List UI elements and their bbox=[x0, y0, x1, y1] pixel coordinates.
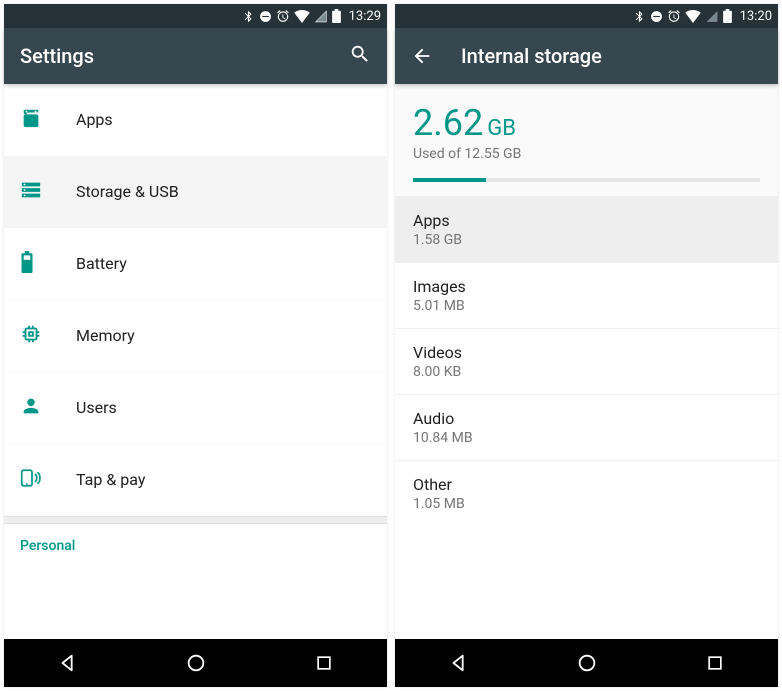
settings-item-label: Users bbox=[76, 398, 117, 417]
settings-item-storage[interactable]: Storage & USB bbox=[4, 156, 387, 228]
storage-summary: 2.62GB Used of 12.55 GB bbox=[395, 84, 778, 196]
battery-icon bbox=[20, 251, 34, 277]
storage-used-value: 2.62 bbox=[413, 102, 483, 144]
status-time: 13:29 bbox=[349, 9, 381, 24]
nav-recent-icon[interactable] bbox=[705, 653, 725, 673]
page-title: Settings bbox=[20, 44, 94, 68]
nav-back-icon[interactable] bbox=[448, 652, 470, 674]
dnd-icon bbox=[259, 10, 272, 23]
storage-row-images[interactable]: Images 5.01 MB bbox=[395, 262, 778, 328]
status-bar: 13:20 bbox=[395, 4, 778, 28]
storage-used: 2.62GB bbox=[413, 102, 760, 144]
navigation-bar bbox=[4, 639, 387, 687]
nav-back-icon[interactable] bbox=[57, 652, 79, 674]
alarm-icon bbox=[667, 9, 681, 23]
memory-icon bbox=[20, 323, 42, 349]
status-time: 13:20 bbox=[740, 9, 772, 24]
storage-row-sub: 1.05 MB bbox=[413, 496, 760, 512]
settings-item-tap-pay[interactable]: Tap & pay bbox=[4, 444, 387, 516]
storage-row-videos[interactable]: Videos 8.00 KB bbox=[395, 328, 778, 394]
section-divider bbox=[4, 516, 387, 524]
nav-home-icon[interactable] bbox=[185, 652, 207, 674]
storage-row-sub: 8.00 KB bbox=[413, 364, 760, 380]
signal-icon bbox=[705, 10, 719, 23]
apps-icon bbox=[20, 107, 42, 133]
storage-progress bbox=[413, 178, 760, 182]
alarm-icon bbox=[276, 9, 290, 23]
wifi-icon bbox=[294, 10, 310, 23]
settings-item-label: Memory bbox=[76, 326, 135, 345]
settings-item-memory[interactable]: Memory bbox=[4, 300, 387, 372]
settings-item-label: Apps bbox=[76, 110, 113, 129]
settings-item-label: Storage & USB bbox=[76, 182, 179, 201]
storage-used-unit: GB bbox=[487, 116, 516, 141]
signal-icon bbox=[314, 10, 328, 23]
storage-row-title: Audio bbox=[413, 409, 760, 428]
storage-row-sub: 1.58 GB bbox=[413, 232, 760, 248]
battery-icon bbox=[332, 9, 341, 23]
storage-row-title: Apps bbox=[413, 211, 760, 230]
bluetooth-icon bbox=[633, 10, 646, 23]
storage-row-title: Videos bbox=[413, 343, 760, 362]
settings-item-label: Battery bbox=[76, 254, 127, 273]
settings-item-label: Tap & pay bbox=[76, 470, 145, 489]
storage-progress-fill bbox=[413, 178, 486, 182]
settings-item-users[interactable]: Users bbox=[4, 372, 387, 444]
navigation-bar bbox=[395, 639, 778, 687]
battery-icon bbox=[723, 9, 732, 23]
storage-used-subtext: Used of 12.55 GB bbox=[413, 146, 760, 162]
back-button[interactable] bbox=[411, 45, 433, 67]
storage-row-apps[interactable]: Apps 1.58 GB bbox=[395, 196, 778, 262]
storage-row-title: Images bbox=[413, 277, 760, 296]
storage-content: 2.62GB Used of 12.55 GB Apps 1.58 GB Ima… bbox=[395, 84, 778, 639]
settings-list: Apps Storage & USB Battery Memory Users … bbox=[4, 84, 387, 639]
nav-home-icon[interactable] bbox=[576, 652, 598, 674]
users-icon bbox=[20, 395, 42, 421]
storage-icon bbox=[20, 179, 42, 205]
storage-row-sub: 10.84 MB bbox=[413, 430, 760, 446]
page-title: Internal storage bbox=[461, 44, 602, 68]
app-bar: Settings bbox=[4, 28, 387, 84]
storage-row-title: Other bbox=[413, 475, 760, 494]
nav-recent-icon[interactable] bbox=[314, 653, 334, 673]
search-icon[interactable] bbox=[349, 43, 371, 70]
phone-settings: 13:29 Settings Apps Storage & USB Batter… bbox=[4, 4, 387, 687]
wifi-icon bbox=[685, 10, 701, 23]
app-bar: Internal storage bbox=[395, 28, 778, 84]
section-header-personal: Personal bbox=[4, 524, 387, 560]
tap-pay-icon bbox=[20, 467, 44, 493]
bluetooth-icon bbox=[242, 10, 255, 23]
status-bar: 13:29 bbox=[4, 4, 387, 28]
storage-row-other[interactable]: Other 1.05 MB bbox=[395, 460, 778, 526]
settings-item-apps[interactable]: Apps bbox=[4, 84, 387, 156]
storage-row-audio[interactable]: Audio 10.84 MB bbox=[395, 394, 778, 460]
storage-row-sub: 5.01 MB bbox=[413, 298, 760, 314]
settings-item-battery[interactable]: Battery bbox=[4, 228, 387, 300]
dnd-icon bbox=[650, 10, 663, 23]
phone-storage: 13:20 Internal storage 2.62GB Used of 12… bbox=[395, 4, 778, 687]
